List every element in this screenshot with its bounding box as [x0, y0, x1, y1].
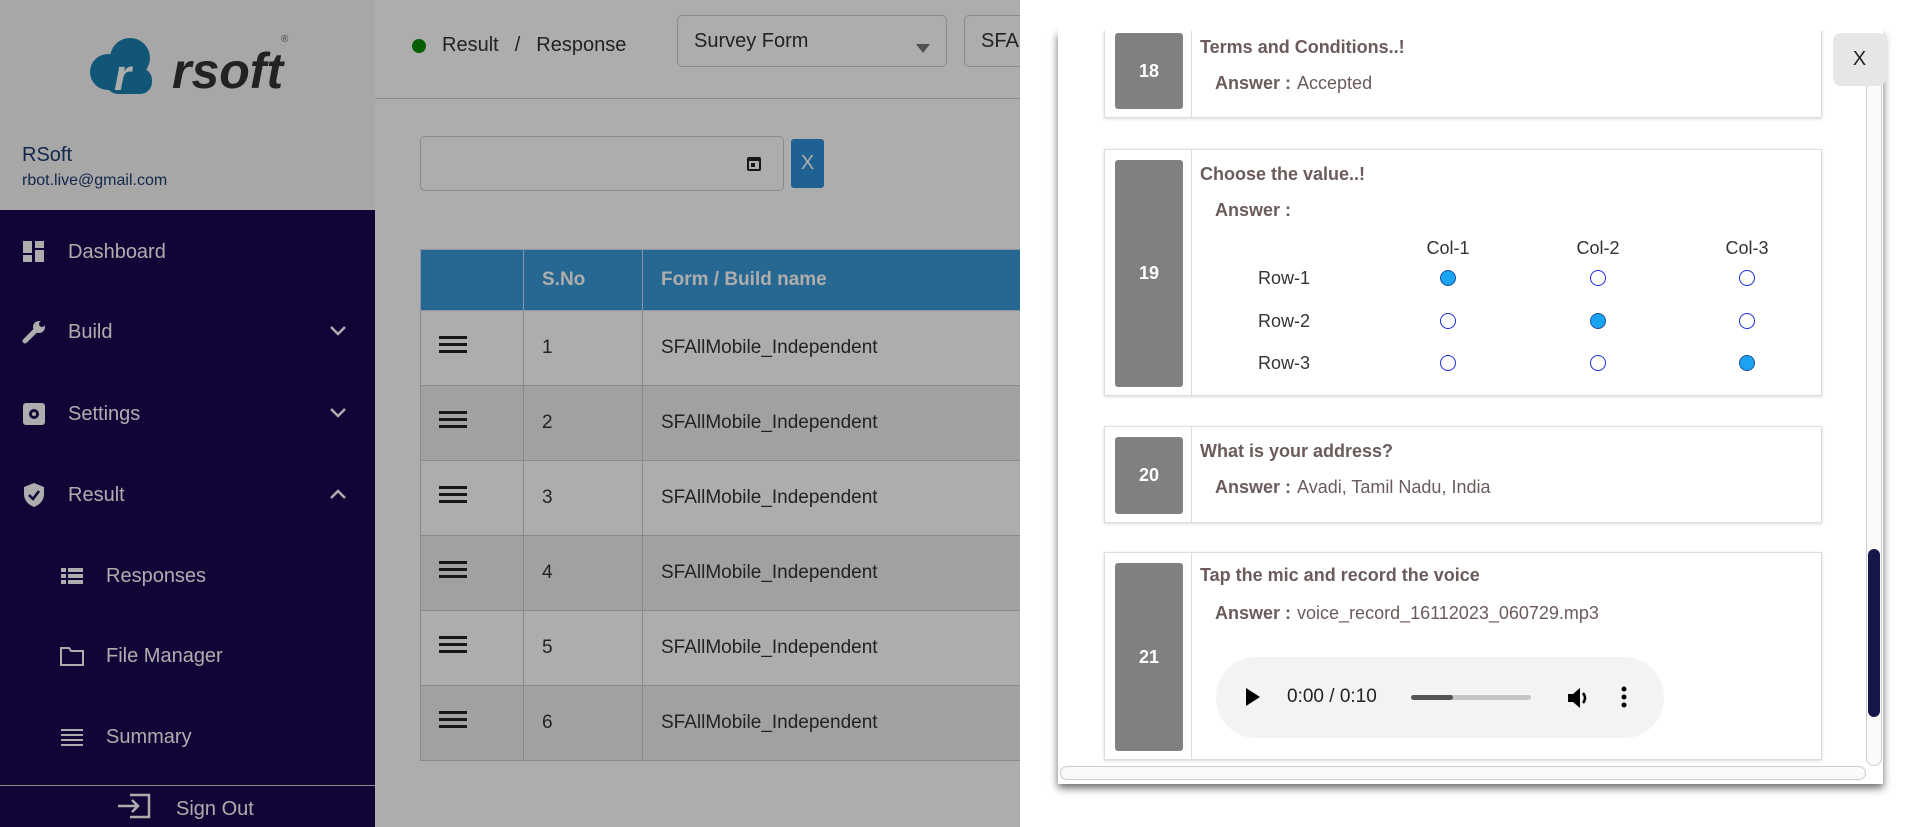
grid-column-header: Col-2	[1576, 238, 1620, 258]
grid-radio-button[interactable]	[1739, 355, 1755, 371]
answer-value: Accepted	[1297, 73, 1373, 93]
play-icon[interactable]	[1246, 688, 1260, 711]
scrollbar-thumb[interactable]	[1868, 549, 1880, 717]
grid-radio-button[interactable]	[1590, 313, 1606, 329]
grid-radio-button[interactable]	[1590, 270, 1606, 286]
grid-radio-button[interactable]	[1440, 355, 1456, 371]
question-card-20: 20 What is your address? Answer : Avadi, …	[1104, 426, 1822, 523]
grid-row-label: Row-3	[1257, 353, 1311, 373]
answer: Answer : Avadi, Tamil Nadu, India	[1215, 477, 1491, 497]
question-text: Choose the value..!	[1200, 164, 1366, 184]
more-options-icon[interactable]	[1621, 686, 1627, 713]
question-number-badge: 18	[1115, 33, 1183, 109]
answer: Answer : voice_record_16112023_060729.mp3	[1215, 603, 1599, 623]
grid-radio-button[interactable]	[1739, 313, 1755, 329]
grid-radio-button[interactable]	[1739, 270, 1755, 286]
grid-radio-button[interactable]	[1590, 355, 1606, 371]
grid-radio-button[interactable]	[1440, 313, 1456, 329]
question-text: Terms and Conditions..!	[1200, 37, 1405, 57]
panel-top-mask	[1058, 0, 1883, 31]
question-text: What is your address?	[1200, 441, 1394, 461]
question-number-badge: 19	[1115, 160, 1183, 387]
question-number-badge: 20	[1115, 437, 1183, 514]
grid-row-label: Row-1	[1257, 268, 1311, 288]
question-text: Tap the mic and record the voice	[1200, 565, 1480, 585]
audio-player: 0:00 / 0:10	[1216, 657, 1664, 738]
answer: Answer : Accepted	[1215, 73, 1373, 93]
grid-row-label: Row-2	[1257, 311, 1311, 331]
question-card-21: 21 Tap the mic and record the voice Answ…	[1104, 552, 1822, 760]
grid-column-header: Col-3	[1725, 238, 1769, 258]
volume-icon[interactable]	[1567, 686, 1593, 715]
close-panel-button[interactable]: X	[1833, 33, 1886, 86]
question-card-18: 18 Terms and Conditions..! Answer : Accep…	[1104, 20, 1822, 118]
answer-value: Avadi, Tamil Nadu, India	[1297, 477, 1491, 497]
grid-radio-button[interactable]	[1440, 270, 1456, 286]
answer: Answer :	[1215, 200, 1292, 220]
question-card-19: 19 Choose the value..! Answer : Col-1 Col…	[1104, 149, 1822, 396]
vertical-scrollbar[interactable]	[1866, 80, 1882, 766]
horizontal-scrollbar[interactable]	[1060, 766, 1866, 780]
grid-column-header: Col-1	[1426, 238, 1470, 258]
question-number-badge: 21	[1115, 563, 1183, 751]
answer-value: voice_record_16112023_060729.mp3	[1297, 603, 1599, 623]
audio-time: 0:00 / 0:10	[1287, 686, 1377, 707]
audio-progress-slider[interactable]	[1411, 695, 1531, 700]
